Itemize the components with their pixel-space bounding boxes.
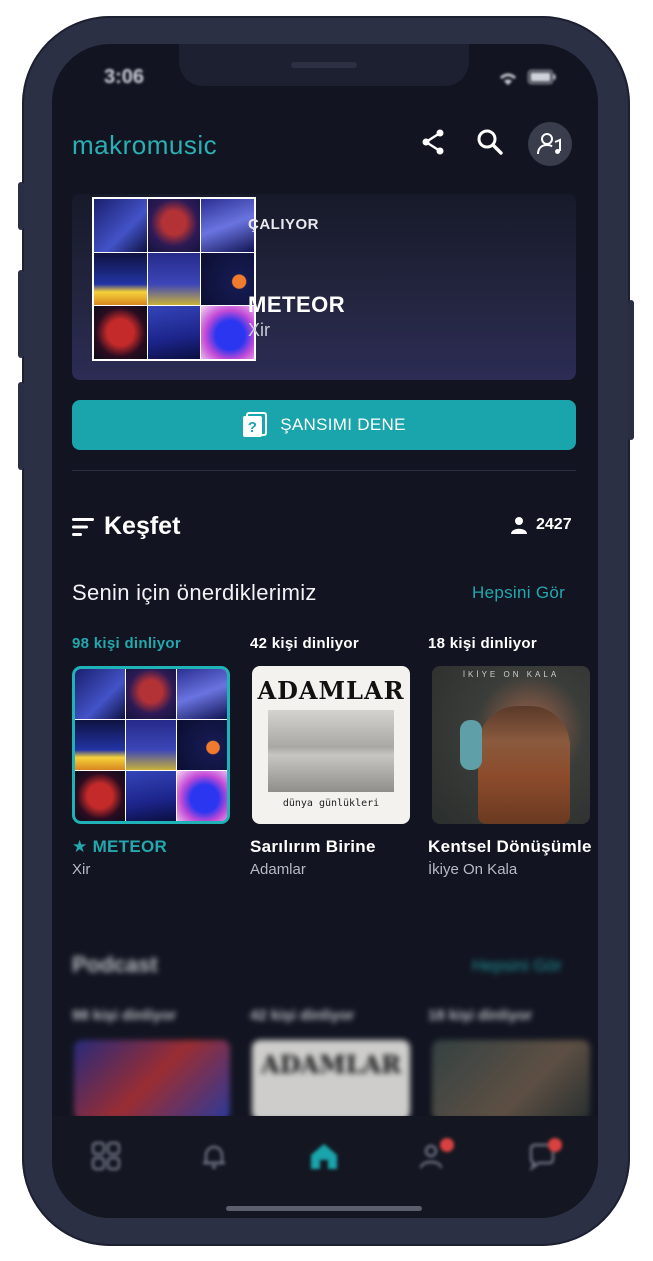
recommended-title: Senin için önerdiklerimiz — [72, 580, 317, 605]
track-3-artist[interactable]: İkiye On Kala — [428, 861, 517, 878]
track-1-artist[interactable]: Xir — [72, 861, 90, 878]
battery-icon — [528, 70, 556, 84]
home-indicator — [226, 1206, 422, 1211]
tab-notifications[interactable] — [194, 1138, 234, 1174]
speaker — [291, 62, 357, 68]
user-icon — [511, 517, 527, 534]
profile-button[interactable] — [528, 122, 572, 166]
grid-icon — [91, 1141, 121, 1171]
track-1-title-text: METEOR — [92, 837, 168, 856]
chat-badge — [548, 1138, 562, 1152]
podcast-3-cover[interactable] — [432, 1040, 590, 1120]
track-1-cover-art — [75, 669, 227, 821]
track-2-artist[interactable]: Adamlar — [250, 861, 306, 878]
tab-friends[interactable] — [414, 1138, 454, 1174]
user-count-value: 2427 — [536, 516, 572, 533]
notch — [179, 44, 469, 86]
home-icon — [311, 1144, 337, 1169]
podcast-title: Podcast — [72, 952, 158, 977]
podcast-2-listeners: 42 kişi dinliyor — [250, 1007, 355, 1024]
track-3-title[interactable]: Kentsel Dönüşümle — [428, 837, 592, 857]
bell-icon — [203, 1145, 225, 1169]
track-1-cover[interactable] — [72, 666, 230, 824]
track-1-listeners: 98 kişi dinliyor — [72, 635, 182, 652]
podcast-1-cover[interactable] — [74, 1040, 230, 1120]
try-luck-button[interactable]: ? ŞANSIMI DENE — [72, 400, 576, 450]
podcast-1-listeners: 98 kişi dinliyor — [72, 1007, 177, 1024]
volume-up-button — [18, 270, 24, 358]
tab-home[interactable] — [304, 1138, 344, 1174]
share-icon[interactable] — [418, 126, 450, 158]
track-1-title[interactable]: ★ METEOR — [72, 837, 167, 857]
recommended-see-all-link[interactable]: Hepsini Gör — [472, 583, 565, 603]
now-playing-label: ÇALIYOR — [248, 216, 319, 233]
now-playing-title: METEOR — [248, 292, 346, 317]
star-icon: ★ — [72, 837, 88, 856]
divider — [72, 470, 576, 471]
tab-grid[interactable] — [86, 1138, 126, 1174]
friends-badge — [440, 1138, 454, 1152]
sort-lines-icon[interactable] — [72, 517, 96, 537]
tab-chat[interactable] — [522, 1138, 562, 1174]
track-2-cover-photo — [268, 710, 394, 792]
podcast-2-cover-title: ADAMLAR — [260, 1050, 402, 1079]
track-3-cover[interactable]: İKİYE ON KALA — [432, 666, 590, 824]
podcast-see-all-link[interactable]: Hepsini Gör — [472, 956, 562, 976]
track-3-cover-figure — [478, 706, 570, 824]
wifi-icon — [500, 73, 516, 85]
try-luck-label: ŞANSIMI DENE — [280, 415, 406, 434]
track-2-cover[interactable]: ADAMLAR dünya günlükleri — [252, 666, 410, 824]
podcast-2-cover[interactable]: ADAMLAR — [252, 1040, 410, 1120]
app-screen: 3:06 makromusic ÇALIYOR METEOR Xir ? ŞAN… — [52, 44, 598, 1218]
svg-text:?: ? — [248, 419, 257, 436]
track-3-cover-phone — [460, 720, 482, 770]
track-2-listeners: 42 kişi dinliyor — [250, 635, 360, 652]
track-3-cover-title: İKİYE ON KALA — [462, 670, 560, 679]
power-button — [628, 300, 634, 440]
status-time: 3:06 — [104, 66, 145, 88]
status-icons — [498, 70, 556, 86]
volume-down-button — [18, 382, 24, 470]
search-icon[interactable] — [474, 126, 506, 158]
app-logo[interactable]: makromusic — [72, 130, 217, 161]
track-2-cover-sub: dünya günlükleri — [282, 798, 380, 809]
user-count: 2427 — [510, 516, 572, 534]
podcast-3-listeners: 18 kişi dinliyor — [428, 1007, 533, 1024]
question-card-icon: ? — [243, 412, 268, 437]
now-playing-artist: Xir — [248, 320, 270, 340]
now-playing-cover[interactable] — [92, 197, 256, 361]
profile-music-icon — [537, 133, 561, 155]
side-button — [18, 182, 24, 230]
discover-title: Keşfet — [104, 512, 181, 540]
track-2-title[interactable]: Sarılırım Birine — [250, 837, 376, 857]
track-3-listeners: 18 kişi dinliyor — [428, 635, 538, 652]
track-2-cover-title: ADAMLAR — [257, 676, 405, 705]
